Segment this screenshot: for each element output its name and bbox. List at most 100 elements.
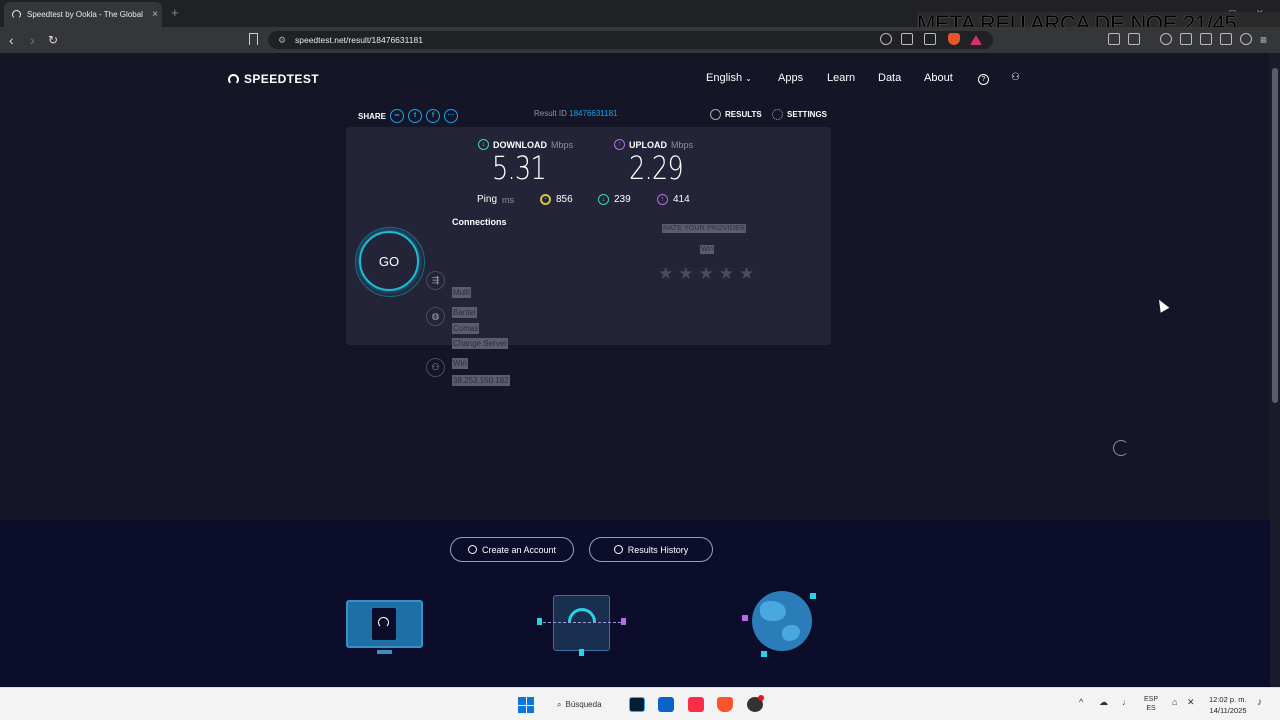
wallet-icon[interactable] — [1200, 33, 1212, 45]
settings-button[interactable]: SETTINGS — [772, 109, 827, 120]
bottom-section: Create an Account Results History — [0, 520, 1270, 687]
node-icon — [621, 618, 626, 625]
media-icon[interactable] — [1160, 33, 1172, 45]
connections-icon: ⇶ — [426, 271, 445, 290]
reload-icon[interactable]: ↻ — [48, 32, 58, 48]
person-icon: ⚇ — [426, 358, 445, 377]
download-arrow-icon: ↓ — [478, 139, 489, 150]
notification-bell-icon[interactable]: ♪ — [1257, 697, 1262, 708]
speedtest-logo[interactable]: SPEEDTEST — [228, 72, 319, 86]
extensions-icon[interactable] — [1108, 33, 1120, 45]
new-tab-icon[interactable]: + — [171, 5, 179, 20]
link-icon[interactable]: ∞ — [390, 109, 405, 123]
go-label: GO — [378, 253, 400, 269]
result-id-link[interactable]: 18476631181 — [569, 109, 617, 118]
change-server-link[interactable]: Change Server — [452, 338, 508, 349]
share-bar: SHARE ∞ t f ··· — [358, 109, 459, 123]
settings-label: SETTINGS — [787, 110, 828, 119]
forward-icon[interactable]: › — [30, 32, 35, 48]
download-label: DOWNLOAD — [493, 139, 547, 150]
leo-ai-icon[interactable] — [1220, 33, 1232, 45]
connections-label: Connections — [452, 217, 507, 227]
twitter-icon[interactable]: t — [408, 109, 423, 123]
result-panel: ↓ DOWNLOAD Mbps 5.31 ↑ UPLOAD Mbps 2.29 … — [346, 127, 831, 386]
wifi-illustration — [553, 595, 610, 651]
more-icon[interactable]: ··· — [444, 109, 459, 123]
windows-start-icon[interactable] — [518, 697, 534, 713]
site-info-icon[interactable]: ⚙ — [278, 31, 286, 49]
brave-shields-icon[interactable] — [948, 33, 960, 45]
monitor-stand — [377, 650, 392, 654]
screenshot-icon[interactable] — [1128, 33, 1140, 45]
check-circle-icon — [710, 109, 721, 120]
star-icon[interactable]: ★ — [658, 264, 673, 284]
taskbar-search[interactable]: ⌕ Búsqueda — [547, 695, 620, 714]
speedtest-page: SPEEDTEST English ⌄ Apps Learn Data Abou… — [0, 53, 1270, 687]
star-icon[interactable]: ★ — [678, 264, 693, 284]
microphone-icon[interactable]: ♩ — [1122, 697, 1131, 707]
continent-shape — [760, 601, 786, 621]
nav-learn[interactable]: Learn — [827, 72, 855, 84]
lang-top: ESP — [1144, 696, 1159, 703]
help-icon[interactable]: ? — [978, 74, 989, 85]
mouse-cursor-icon — [1154, 297, 1170, 313]
photoshop-icon[interactable] — [629, 697, 645, 712]
browser-toolbar: ‹ › ↻ ⚙ speedtest.net/result/18476631181… — [0, 27, 1280, 53]
brave-browser-icon[interactable] — [717, 697, 733, 712]
store-icon[interactable] — [658, 697, 674, 712]
nav-language[interactable]: English ⌄ — [706, 72, 752, 84]
network-icon[interactable]: ⌂ — [1172, 697, 1177, 707]
bookmark-icon[interactable] — [249, 33, 258, 45]
nav-data[interactable]: Data — [878, 72, 901, 84]
vpn-icon[interactable] — [1240, 33, 1252, 45]
ping-upload-value: 414 — [673, 194, 690, 205]
share-label: SHARE — [358, 111, 387, 121]
clock[interactable]: 12:02 p. m. 14/11/2025 — [1209, 694, 1247, 716]
search-label: Búsqueda — [565, 700, 602, 709]
globe-icon: ◍ — [426, 307, 445, 326]
url-text: speedtest.net/result/18476631181 — [295, 35, 423, 45]
results-history-button[interactable]: Results History — [589, 537, 713, 562]
chevron-up-icon[interactable]: ^ — [1079, 697, 1083, 707]
star-icon[interactable]: ★ — [739, 264, 754, 284]
tab-close-icon[interactable]: × — [148, 9, 162, 20]
user-icon[interactable]: ⚇ — [1011, 72, 1020, 83]
music-icon[interactable] — [688, 697, 704, 712]
network-line — [538, 622, 626, 623]
back-icon[interactable]: ‹ — [9, 32, 14, 48]
browser-tab[interactable]: Speedtest by Ookla - The Global × — [4, 2, 162, 27]
clock-time: 12:02 p. m. — [1209, 695, 1247, 704]
rate-provider-name: Win — [700, 245, 715, 254]
results-button[interactable]: RESULTS — [710, 109, 762, 120]
clock-date: 14/11/2025 — [1209, 706, 1247, 715]
cloud-icon[interactable]: ☁ — [1099, 697, 1108, 708]
nav-about[interactable]: About — [924, 72, 953, 84]
server-name: Bantel — [452, 307, 477, 318]
volume-muted-icon[interactable]: ✕ — [1187, 697, 1195, 708]
brave-rewards-icon[interactable] — [970, 35, 982, 45]
go-button[interactable]: GO — [355, 227, 425, 297]
recording-badge — [758, 695, 764, 701]
node-icon — [742, 615, 748, 621]
add-user-icon — [467, 545, 477, 554]
create-account-button[interactable]: Create an Account — [450, 537, 574, 562]
gear-icon — [772, 109, 783, 120]
upload-arrow-icon: ↑ — [614, 139, 625, 150]
gauge-logo-icon — [228, 73, 239, 85]
scrollbar-thumb[interactable] — [1272, 68, 1278, 403]
ping-upload: ↑ 414 — [657, 194, 690, 205]
privacy-icon[interactable] — [880, 33, 892, 45]
upload-value: 2.29 — [629, 149, 684, 187]
star-icon[interactable]: ★ — [699, 264, 714, 284]
share-page-icon[interactable] — [924, 33, 936, 45]
loading-spinner-icon — [1113, 440, 1129, 456]
logo-text: SPEEDTEST — [244, 72, 319, 86]
connections-mode[interactable]: Multi — [452, 287, 471, 298]
star-icon[interactable]: ★ — [719, 264, 734, 284]
menu-icon[interactable]: ≡ — [1260, 32, 1267, 48]
nav-apps[interactable]: Apps — [778, 72, 803, 84]
translate-icon[interactable] — [901, 33, 913, 45]
sidebar-icon[interactable] — [1180, 33, 1192, 45]
language-indicator[interactable]: ESP ES — [1144, 695, 1158, 713]
facebook-icon[interactable]: f — [426, 109, 441, 123]
